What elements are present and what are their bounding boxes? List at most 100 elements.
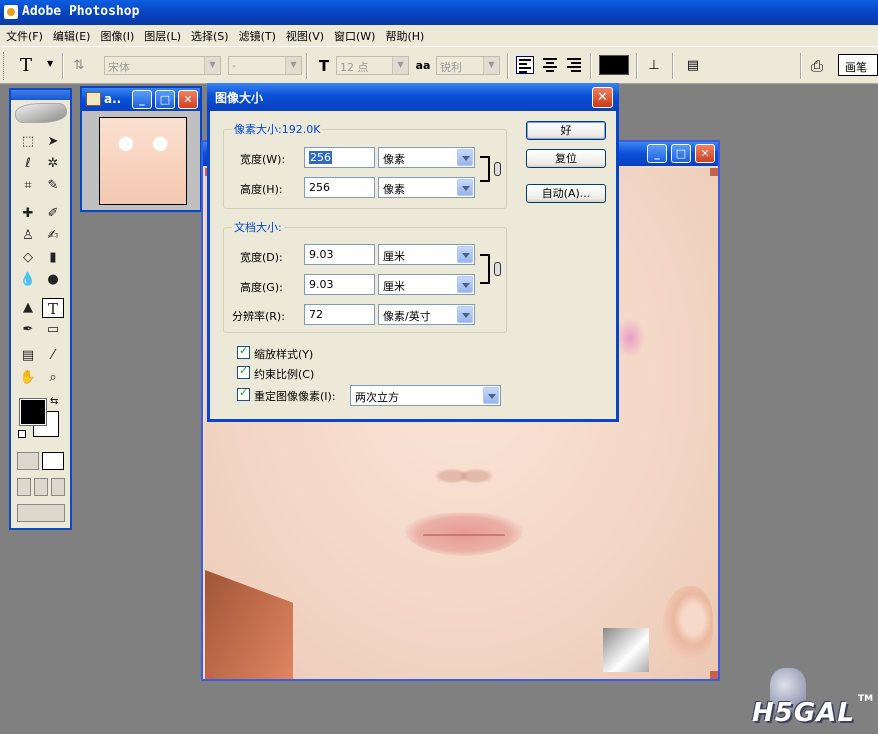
lip-line [423, 534, 505, 536]
separator [306, 53, 308, 79]
hand-tool-icon[interactable]: ✋ [17, 368, 39, 388]
menu-layer[interactable]: 图层(L) [140, 25, 187, 46]
magic-wand-tool-icon[interactable]: ✲ [42, 154, 64, 174]
jump-to-imageready-button[interactable] [17, 504, 65, 522]
dialog-titlebar[interactable]: 图像大小 ✕ [207, 83, 619, 111]
eraser-tool-icon[interactable]: ◇ [17, 248, 39, 268]
blur-tool-icon[interactable]: 💧 [17, 270, 39, 290]
close-button[interactable]: ✕ [695, 144, 715, 163]
standard-mode-button[interactable] [17, 452, 39, 470]
clone-stamp-tool-icon[interactable]: ♙ [17, 226, 39, 246]
chevron-down-icon [457, 276, 473, 293]
tool-preset-caret-icon[interactable]: ▼ [47, 59, 53, 68]
antialias-select[interactable]: 锐利 ▼ [436, 56, 500, 75]
thumbnail-window-titlebar[interactable]: a.. _ □ ✕ [82, 88, 200, 111]
gradient-tool-icon[interactable]: ▮ [42, 248, 64, 268]
text-color-swatch[interactable] [599, 55, 629, 75]
maximize-button[interactable]: □ [155, 90, 175, 109]
doc-height-unit-select[interactable]: 厘米 [378, 274, 475, 295]
screen-mode-full-button[interactable] [51, 478, 65, 496]
eyedropper-tool-icon[interactable]: ⁄ [42, 346, 64, 366]
reset-button[interactable]: 复位 [526, 149, 606, 168]
scale-styles-checkbox[interactable] [237, 344, 250, 359]
maximize-button[interactable]: □ [671, 144, 691, 163]
default-colors-icon[interactable] [18, 430, 26, 438]
minimize-button[interactable]: _ [647, 144, 667, 163]
minimize-button[interactable]: _ [132, 90, 152, 109]
px-width-field[interactable]: 256 [304, 147, 375, 168]
resolution-field[interactable]: 72 [304, 304, 375, 325]
menu-window[interactable]: 窗口(W) [330, 25, 381, 46]
screen-mode-full-menu-button[interactable] [34, 478, 48, 496]
lasso-tool-icon[interactable]: ℓ [17, 154, 39, 174]
align-center-button[interactable] [541, 56, 559, 74]
chain-link-icon [494, 162, 501, 176]
constrain-proportions-label: 约束比例(C) [254, 368, 315, 381]
brush-tool-icon[interactable]: ✐ [42, 204, 64, 224]
resample-checkbox[interactable] [237, 386, 250, 401]
align-right-button[interactable] [565, 56, 583, 74]
foreground-color-swatch[interactable] [19, 398, 47, 426]
healing-brush-tool-icon[interactable]: ✚ [17, 204, 39, 224]
separator [507, 53, 509, 79]
menu-view[interactable]: 视图(V) [282, 25, 330, 46]
menu-help[interactable]: 帮助(H) [381, 25, 430, 46]
chevron-down-icon: ▼ [204, 57, 220, 74]
menu-select[interactable]: 选择(S) [187, 25, 235, 46]
font-family-select[interactable]: 宋体 ▼ [104, 56, 221, 75]
doc-width-label: 宽度(D): [240, 251, 283, 264]
type-tool-icon[interactable]: T [42, 298, 64, 318]
auto-button[interactable]: 自动(A)... [526, 184, 606, 203]
menu-edit[interactable]: 编辑(E) [49, 25, 97, 46]
resolution-unit-select[interactable]: 像素/英寸 [378, 304, 475, 325]
resolution-value: 72 [309, 308, 323, 321]
resample-method-select[interactable]: 两次立方 [350, 385, 501, 406]
menu-file[interactable]: 文件(F) [2, 25, 49, 46]
toolbox-titlebar[interactable] [11, 90, 70, 100]
nose-texture [434, 458, 494, 488]
history-brush-tool-icon[interactable]: ✍ [42, 226, 64, 246]
dodge-tool-icon[interactable]: ● [42, 270, 64, 290]
px-width-unit-select[interactable]: 像素 [378, 147, 475, 168]
warp-text-icon[interactable]: ⊥ [645, 57, 663, 75]
doc-width-unit-value: 厘米 [383, 250, 405, 263]
document-size-legend: 文档大小: [234, 221, 282, 234]
doc-width-unit-select[interactable]: 厘米 [378, 244, 475, 265]
px-height-unit-select[interactable]: 像素 [378, 177, 475, 198]
doc-width-field[interactable]: 9.03 [304, 244, 375, 265]
close-button[interactable]: ✕ [178, 90, 198, 109]
palettes-toggle-icon[interactable]: ▤ [684, 57, 702, 75]
px-height-field[interactable]: 256 [304, 177, 375, 198]
align-left-button[interactable] [516, 56, 534, 74]
constrain-proportions-checkbox[interactable] [237, 364, 250, 379]
doc-height-field[interactable]: 9.03 [304, 274, 375, 295]
slice-tool-icon[interactable]: ✎ [42, 176, 64, 196]
crop-tool-icon[interactable]: ⌗ [17, 176, 39, 196]
notes-tool-icon[interactable]: ▤ [17, 346, 39, 366]
pen-tool-icon[interactable]: ✒ [17, 320, 39, 340]
swap-colors-icon[interactable]: ⇆ [50, 396, 58, 407]
chevron-down-icon: ▼ [392, 57, 408, 74]
font-style-select[interactable]: - ▼ [228, 56, 302, 75]
thumbnail-canvas[interactable] [99, 117, 187, 205]
menu-image[interactable]: 图像(I) [96, 25, 140, 46]
marquee-tool-icon[interactable]: ⬚ [17, 132, 39, 152]
current-tool-preset[interactable]: T [20, 55, 32, 76]
screen-mode-standard-button[interactable] [17, 478, 31, 496]
file-browser-icon[interactable]: ⎙ [808, 57, 826, 75]
ok-button[interactable]: 好 [526, 121, 606, 140]
adobe-feather-icon[interactable] [15, 103, 67, 123]
rectangle-tool-icon[interactable]: ▭ [42, 320, 64, 340]
text-orientation-icon[interactable]: ⇅ [70, 57, 88, 75]
path-selection-tool-icon[interactable]: ▲ [17, 298, 39, 318]
brushes-palette-tab[interactable]: 画笔 [838, 54, 878, 76]
cheek-blush [615, 318, 645, 358]
options-grip[interactable] [3, 52, 6, 80]
move-tool-icon[interactable]: ➤ [42, 132, 64, 152]
doc-height-value: 9.03 [309, 278, 334, 291]
zoom-tool-icon[interactable]: ⌕ [42, 368, 64, 388]
dialog-close-button[interactable]: ✕ [592, 87, 613, 108]
quick-mask-mode-button[interactable] [42, 452, 64, 470]
font-size-select[interactable]: 12 点 ▼ [336, 56, 409, 75]
menu-filter[interactable]: 滤镜(T) [235, 25, 282, 46]
